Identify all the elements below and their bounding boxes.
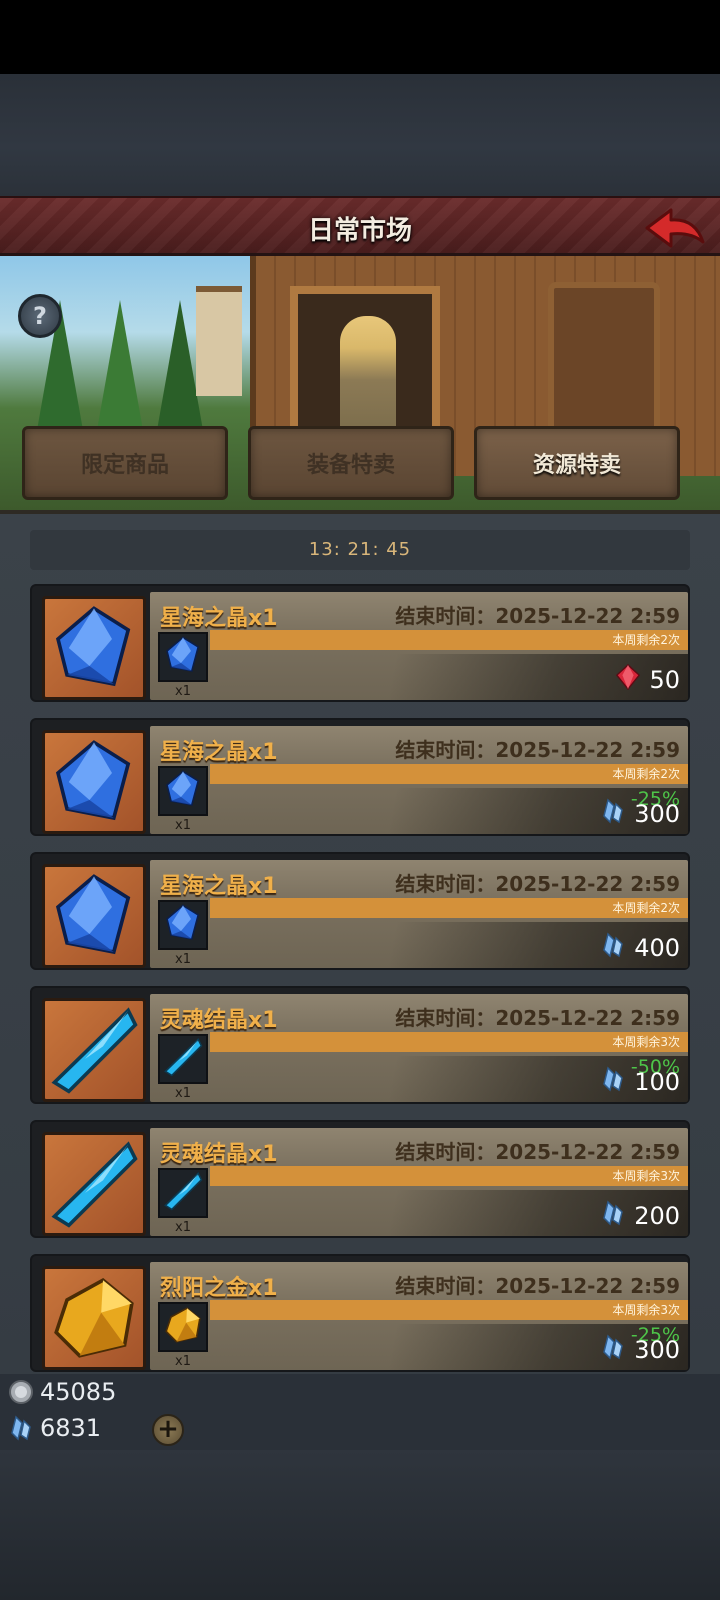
item-name: 灵魂结晶x1	[160, 1008, 278, 1033]
buy-button[interactable]: 300	[600, 1334, 680, 1366]
blue-crystal-icon	[42, 864, 146, 968]
weekly-remaining: 本周剩余3次	[210, 1032, 688, 1052]
gold-ore-icon	[163, 1305, 203, 1349]
silver-currency: 45085	[8, 1378, 116, 1406]
reward-quantity: x1	[175, 818, 191, 833]
item-end-time: 结束时间：2025-12-22 2:59	[395, 1006, 680, 1030]
shop-item-card[interactable]: 烈阳之金x1 结束时间：2025-12-22 2:59 本周剩余3次 x1 -25% 30…	[30, 1254, 690, 1372]
buy-button[interactable]: 200	[600, 1200, 680, 1232]
item-details: 烈阳之金x1 结束时间：2025-12-22 2:59 本周剩余3次 x1 -25% 30…	[150, 1262, 688, 1370]
reward-quantity: x1	[175, 952, 191, 967]
buy-button[interactable]: 50	[615, 663, 680, 696]
tab-limited-goods[interactable]: 限定商品	[22, 426, 228, 500]
cyan-crystal-icon	[163, 1171, 203, 1215]
back-button[interactable]	[642, 206, 708, 250]
item-name: 星海之晶x1	[160, 874, 278, 899]
weekly-remaining: 本周剩余2次	[210, 764, 688, 784]
price-amount: 300	[634, 1336, 680, 1364]
blue-crystal-icon	[42, 596, 146, 700]
price-amount: 100	[634, 1068, 680, 1096]
weekly-remaining: 本周剩余3次	[210, 1300, 688, 1320]
item-end-time: 结束时间：2025-12-22 2:59	[395, 604, 680, 628]
blue-crystal-icon	[163, 635, 203, 679]
price-amount: 400	[634, 934, 680, 962]
shop-item-card[interactable]: 星海之晶x1 结束时间：2025-12-22 2:59 本周剩余2次 x1 400	[30, 852, 690, 970]
item-name: 星海之晶x1	[160, 606, 278, 631]
crystal-currency-icon	[600, 1334, 626, 1366]
shop-item-card[interactable]: 星海之晶x1 结束时间：2025-12-22 2:59 本周剩余2次 x1 -25% 30…	[30, 718, 690, 836]
silver-amount: 45085	[40, 1378, 117, 1406]
market-banner: ? 限定商品 装备特卖 资源特卖	[0, 256, 720, 514]
item-details: 灵魂结晶x1 结束时间：2025-12-22 2:59 本周剩余3次 x1 200	[150, 1128, 688, 1236]
shop-item-card[interactable]: 灵魂结晶x1 结束时间：2025-12-22 2:59 本周剩余3次 x1 200	[30, 1120, 690, 1238]
crystal-amount: 6831	[40, 1414, 102, 1442]
tab-equipment-sale[interactable]: 装备特卖	[248, 426, 454, 500]
gold-ore-icon	[42, 1266, 146, 1370]
crystal-currency-icon	[600, 1066, 626, 1098]
reward-quantity: x1	[175, 1086, 191, 1101]
shop-item-card[interactable]: 星海之晶x1 结束时间：2025-12-22 2:59 本周剩余2次 x1 50	[30, 584, 690, 702]
cyan-crystal-icon	[42, 998, 146, 1102]
item-end-time: 结束时间：2025-12-22 2:59	[395, 1274, 680, 1298]
reward-quantity: x1	[175, 684, 191, 699]
item-end-time: 结束时间：2025-12-22 2:59	[395, 738, 680, 762]
cyan-crystal-icon	[163, 1037, 203, 1081]
price-amount: 300	[634, 800, 680, 828]
red-gem-icon	[615, 663, 641, 696]
blue-crystal-icon	[163, 903, 203, 947]
help-button[interactable]: ?	[18, 294, 62, 338]
reward-slot	[158, 1034, 208, 1084]
buy-button[interactable]: 100	[600, 1066, 680, 1098]
crystal-currency-icon	[11, 1415, 31, 1441]
question-icon: ?	[33, 302, 47, 330]
item-end-time: 结束时间：2025-12-22 2:59	[395, 872, 680, 896]
item-list-panel[interactable]: 13: 21: 45 星海之晶x1 结束时间：2025-12-22 2:59 本周剩…	[0, 514, 720, 1374]
item-name: 烈阳之金x1	[160, 1276, 278, 1301]
title-bar: 日常市场	[0, 196, 720, 256]
weekly-remaining: 本周剩余2次	[210, 630, 688, 650]
price-amount: 50	[649, 666, 680, 694]
crystal-currency-icon	[600, 798, 626, 830]
item-end-time: 结束时间：2025-12-22 2:59	[395, 1140, 680, 1164]
page-title: 日常市场	[307, 216, 412, 246]
top-background	[0, 74, 720, 196]
status-bar	[0, 0, 720, 74]
currency-bar: 45085 6831 +	[0, 1374, 720, 1450]
item-details: 灵魂结晶x1 结束时间：2025-12-22 2:59 本周剩余3次 x1 -50% 10…	[150, 994, 688, 1102]
reward-slot	[158, 632, 208, 682]
weekly-remaining: 本周剩余3次	[210, 1166, 688, 1186]
crystal-currency-icon	[600, 1200, 626, 1232]
shop-item-card[interactable]: 灵魂结晶x1 结束时间：2025-12-22 2:59 本周剩余3次 x1 -50% 10…	[30, 986, 690, 1104]
buy-button[interactable]: 400	[600, 932, 680, 964]
blue-crystal-icon	[42, 730, 146, 834]
reward-slot	[158, 1168, 208, 1218]
back-arrow-icon	[645, 208, 705, 248]
item-name: 星海之晶x1	[160, 740, 278, 765]
item-name: 灵魂结晶x1	[160, 1142, 278, 1167]
crystal-currency-icon	[600, 932, 626, 964]
reward-quantity: x1	[175, 1354, 191, 1369]
cyan-crystal-icon	[42, 1132, 146, 1236]
reward-slot	[158, 766, 208, 816]
item-details: 星海之晶x1 结束时间：2025-12-22 2:59 本周剩余2次 x1 50	[150, 592, 688, 700]
reward-slot	[158, 1302, 208, 1352]
tab-resource-sale[interactable]: 资源特卖	[474, 426, 680, 500]
item-details: 星海之晶x1 结束时间：2025-12-22 2:59 本周剩余2次 x1 400	[150, 860, 688, 968]
silver-coin-icon	[9, 1380, 33, 1404]
price-amount: 200	[634, 1202, 680, 1230]
add-crystal-button[interactable]: +	[152, 1414, 184, 1446]
bottom-background	[0, 1450, 720, 1600]
reward-slot	[158, 900, 208, 950]
weekly-remaining: 本周剩余2次	[210, 898, 688, 918]
reward-quantity: x1	[175, 1220, 191, 1235]
blue-crystal-icon	[163, 769, 203, 813]
refresh-timer: 13: 21: 45	[30, 530, 690, 570]
crystal-currency: 6831	[8, 1414, 101, 1442]
item-details: 星海之晶x1 结束时间：2025-12-22 2:59 本周剩余2次 x1 -25% 30…	[150, 726, 688, 834]
buy-button[interactable]: 300	[600, 798, 680, 830]
banner-flag	[196, 286, 242, 396]
